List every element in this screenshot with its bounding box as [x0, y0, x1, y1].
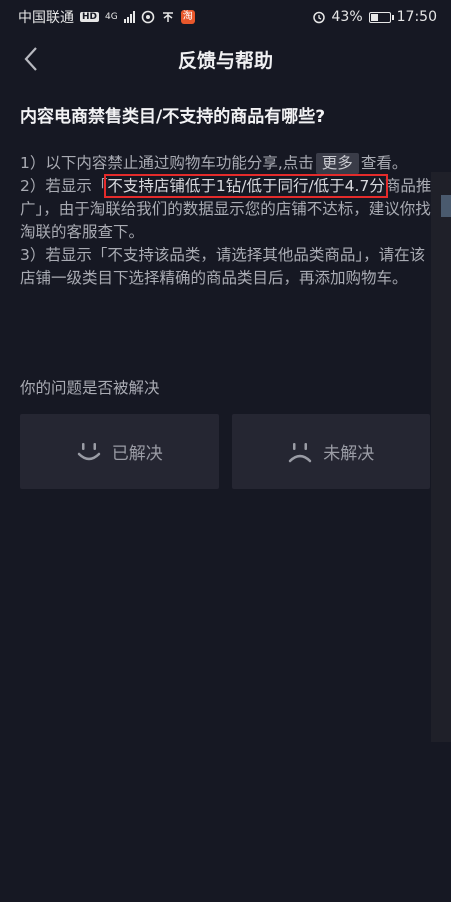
clock-time: 17:50 — [396, 9, 437, 25]
paragraph-2: 2）若显示「不支持店铺低于1钻/低于同行/低于4.7分商品推广」，由于淘联给我们… — [20, 174, 440, 244]
sync-icon — [141, 10, 155, 24]
battery-percent: 43% — [331, 9, 363, 25]
pay-icon — [162, 12, 173, 22]
side-panel — [431, 172, 451, 742]
carrier-name: 中国联通 — [18, 10, 74, 26]
paragraph-1: 1）以下内容禁止通过购物车功能分享,点击 更多 查看。 — [20, 152, 440, 175]
nav-bar: 反馈与帮助 — [0, 34, 451, 84]
article-body: 1）以下内容禁止通过购物车功能分享,点击 更多 查看。 2）若显示「不支持店铺低于1… — [20, 152, 440, 290]
feedback-buttons: 已解决 未解决 — [20, 414, 430, 489]
unsolved-label: 未解决 — [323, 444, 375, 464]
paragraph-1-end: 查看。 — [360, 154, 408, 172]
network-type: 4G — [105, 11, 118, 22]
paragraph-3: 3）若显示「不支持该品类，请选择其他品类商品」，请在该店铺一级类目下选择精确的商… — [20, 246, 426, 287]
paragraph-2-start: 2）若显示「 — [20, 177, 108, 195]
frown-icon — [289, 442, 312, 462]
solved-button[interactable]: 已解决 — [20, 414, 219, 489]
solved-label: 已解决 — [111, 444, 163, 464]
status-bar: 中国联通 HD 4G 淘 43% 17:50 — [0, 0, 451, 34]
smile-icon — [77, 442, 100, 460]
page-title: 反馈与帮助 — [177, 49, 273, 72]
unsolved-button[interactable]: 未解决 — [231, 414, 430, 489]
chevron-left-icon — [24, 47, 37, 71]
paragraph-1-start: 1）以下内容禁止通过购物车功能分享,点击 — [20, 154, 314, 172]
feedback-question: 你的问题是否被解决 — [20, 379, 160, 397]
signal-icon — [123, 11, 135, 23]
back-button[interactable] — [16, 44, 46, 74]
side-panel-thumbnail — [441, 195, 451, 217]
status-right: 43% 17:50 — [312, 9, 437, 25]
more-button[interactable]: 更多 — [315, 153, 359, 174]
status-left: 中国联通 HD 4G 淘 — [18, 7, 195, 27]
highlighted-text: 不支持店铺低于1钻/低于同行/低于4.7分 — [104, 174, 388, 198]
battery-icon — [368, 11, 394, 23]
alarm-icon — [312, 11, 325, 24]
article-question: 内容电商禁售类目/不支持的商品有哪些? — [20, 107, 326, 127]
taobao-app-icon: 淘 — [180, 10, 195, 24]
hd-badge: HD — [80, 12, 100, 22]
help-article: 内容电商禁售类目/不支持的商品有哪些? 1）以下内容禁止通过购物车功能分享,点击… — [20, 104, 440, 290]
